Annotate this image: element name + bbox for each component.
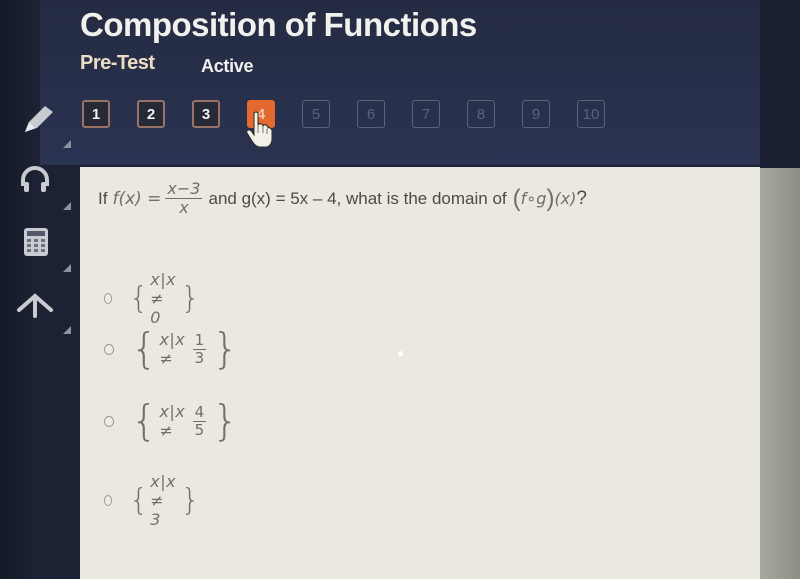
calculator-tool-button[interactable] — [0, 216, 75, 278]
radio-button[interactable] — [104, 343, 114, 355]
question-prefix: If — [98, 188, 108, 208]
hand-cursor-icon — [246, 111, 272, 147]
background-right — [760, 0, 800, 168]
close-paren: ) — [546, 184, 555, 212]
f-numerator: x−3 — [165, 179, 203, 199]
open-brace: { — [129, 280, 149, 316]
question-text: If f(x) = x−3 x and g(x) = 5x – 4, what … — [98, 180, 587, 217]
option-fraction: 1 3 — [192, 330, 207, 367]
activity-status: Active — [201, 56, 254, 76]
close-brace: } — [212, 324, 239, 373]
option-fraction: 4 5 — [192, 402, 207, 439]
answer-option-1[interactable]: { x|x ≠ 0 } — [104, 270, 200, 327]
fraction-numerator: 1 — [192, 330, 207, 350]
answer-option-3[interactable]: { x|x ≠ 4 5 } — [104, 400, 239, 442]
activity-type: Pre-Test — [80, 52, 155, 74]
answer-option-2[interactable]: { x|x ≠ 1 3 } — [104, 328, 239, 370]
audio-tool-button[interactable] — [0, 154, 75, 216]
fraction-denominator: 3 — [194, 348, 205, 367]
answer-option-4[interactable]: { x|x ≠ 3 } — [104, 472, 200, 529]
expand-corner-icon — [63, 140, 71, 148]
composition-arg: (x) — [554, 189, 577, 208]
expand-corner-icon — [63, 326, 71, 334]
radio-button[interactable] — [104, 293, 113, 304]
close-brace: } — [180, 280, 201, 316]
f-function-label: f(x) = — [112, 188, 162, 209]
question-button-3[interactable]: 3 — [192, 100, 220, 128]
close-brace: } — [212, 396, 239, 445]
f-denominator: x — [179, 198, 189, 217]
tool-sidebar — [0, 92, 75, 340]
option-body: x|x ≠ — [159, 330, 186, 368]
open-brace: { — [130, 324, 158, 373]
question-button-1[interactable]: 1 — [82, 100, 110, 128]
question-button-2[interactable]: 2 — [137, 100, 165, 128]
arrow-up-icon — [17, 293, 53, 318]
fraction-denominator: 5 — [194, 420, 205, 439]
close-brace: } — [180, 482, 201, 518]
question-button-10[interactable]: 10 — [577, 100, 605, 128]
radio-button[interactable] — [104, 415, 114, 427]
question-button-7[interactable]: 7 — [412, 100, 440, 128]
expand-corner-icon — [63, 202, 71, 210]
screen-glare — [398, 351, 403, 356]
headphones-icon — [21, 166, 49, 192]
pencil-tool-button[interactable] — [0, 92, 75, 154]
question-button-9[interactable]: 9 — [522, 100, 550, 128]
question-middle: and g(x) = 5x – 4, what is the domain of — [208, 188, 507, 208]
question-mark: ? — [576, 187, 587, 209]
question-button-6[interactable]: 6 — [357, 100, 385, 128]
f-fraction: x−3 x — [165, 179, 203, 217]
open-brace: { — [129, 482, 149, 518]
option-body: x|x ≠ — [159, 402, 186, 440]
open-brace: { — [130, 396, 158, 445]
open-paren: ( — [512, 184, 521, 212]
question-navigation: 1 2 3 4 5 6 7 8 9 10 — [82, 100, 632, 128]
page-title: Composition of Functions — [80, 6, 477, 43]
scroll-region — [760, 168, 800, 579]
calculator-icon — [24, 228, 48, 256]
expand-corner-icon — [63, 264, 71, 272]
question-button-5[interactable]: 5 — [302, 100, 330, 128]
option-set: { x|x ≠ 0 } — [129, 270, 200, 327]
radio-button[interactable] — [104, 495, 113, 506]
pencil-icon — [25, 106, 53, 132]
question-button-8[interactable]: 8 — [467, 100, 495, 128]
option-set: { x|x ≠ 4 5 } — [131, 400, 239, 442]
reference-tool-button[interactable] — [0, 278, 75, 340]
option-set: { x|x ≠ 3 } — [129, 472, 200, 529]
composition: f∘g — [520, 189, 547, 208]
fraction-numerator: 4 — [192, 402, 207, 422]
option-body: x|x ≠ 0 — [150, 270, 177, 327]
option-set: { x|x ≠ 1 3 } — [131, 328, 239, 370]
option-body: x|x ≠ 3 — [150, 472, 177, 529]
